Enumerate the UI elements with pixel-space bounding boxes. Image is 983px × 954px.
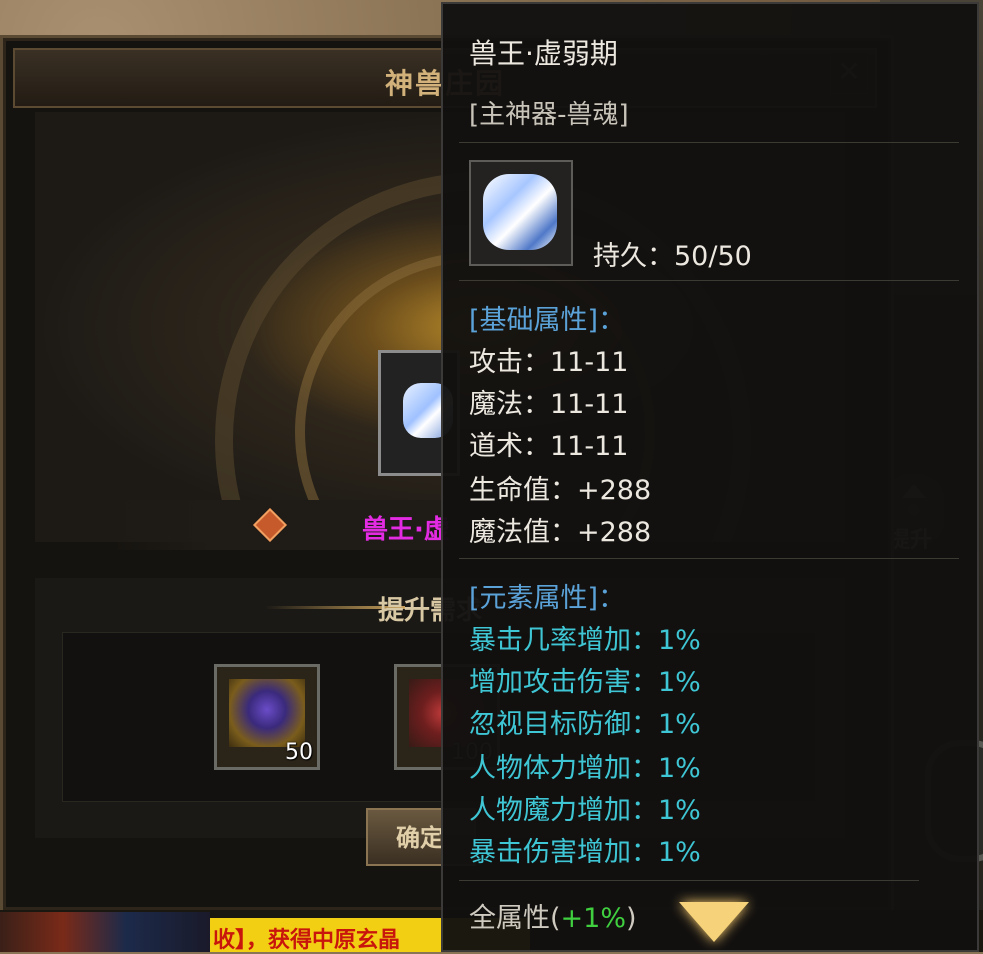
- pet-name: 兽王·虚: [362, 515, 450, 545]
- base-attr: 攻击：11-11: [469, 347, 629, 378]
- item-count: 50: [285, 740, 313, 765]
- divider: [459, 880, 919, 881]
- divider: [459, 558, 959, 559]
- tooltip-subtitle: [主神器-兽魂]: [469, 100, 629, 130]
- all-attributes: 全属性(+1%): [469, 903, 637, 934]
- element-attr: 暴击几率增加：1%: [469, 625, 701, 656]
- tooltip-item-slot: [469, 160, 573, 266]
- all-attributes-label: 全属性: [469, 903, 550, 934]
- element-attr: 暴击伤害增加：1%: [469, 837, 701, 868]
- crystal-icon: [229, 679, 305, 747]
- chat-avatar[interactable]: [0, 912, 210, 952]
- item-tooltip: 兽王·虚弱期 [主神器-兽魂] 持久：50/50 [基础属性]： 攻击：11-1…: [441, 2, 979, 952]
- base-attr-section: [基础属性]：: [469, 305, 626, 336]
- durability: 持久：50/50: [593, 241, 752, 272]
- element-attr: 人物体力增加：1%: [469, 753, 701, 784]
- divider: [459, 142, 959, 143]
- divider: [459, 280, 959, 281]
- element-attr: 人物魔力增加：1%: [469, 795, 701, 826]
- chat-message: 收】，获得中原玄晶: [213, 928, 401, 953]
- all-attributes-value: +1%: [560, 903, 627, 934]
- element-attr-section: [元素属性]：: [469, 583, 626, 614]
- base-attr: 道术：11-11: [469, 431, 629, 462]
- base-attr: 魔法：11-11: [469, 389, 629, 420]
- tooltip-title: 兽王·虚弱期: [469, 37, 618, 70]
- base-attr: 魔法值：+288: [469, 517, 652, 548]
- requirement-item-crystal[interactable]: 50: [214, 664, 320, 770]
- element-attr: 增加攻击伤害：1%: [469, 667, 701, 698]
- element-attr: 忽视目标防御：1%: [469, 709, 701, 740]
- white-tiger-pet-icon: [483, 174, 557, 250]
- base-attr: 生命值：+288: [469, 475, 652, 506]
- scroll-down-arrow-icon[interactable]: [679, 902, 749, 942]
